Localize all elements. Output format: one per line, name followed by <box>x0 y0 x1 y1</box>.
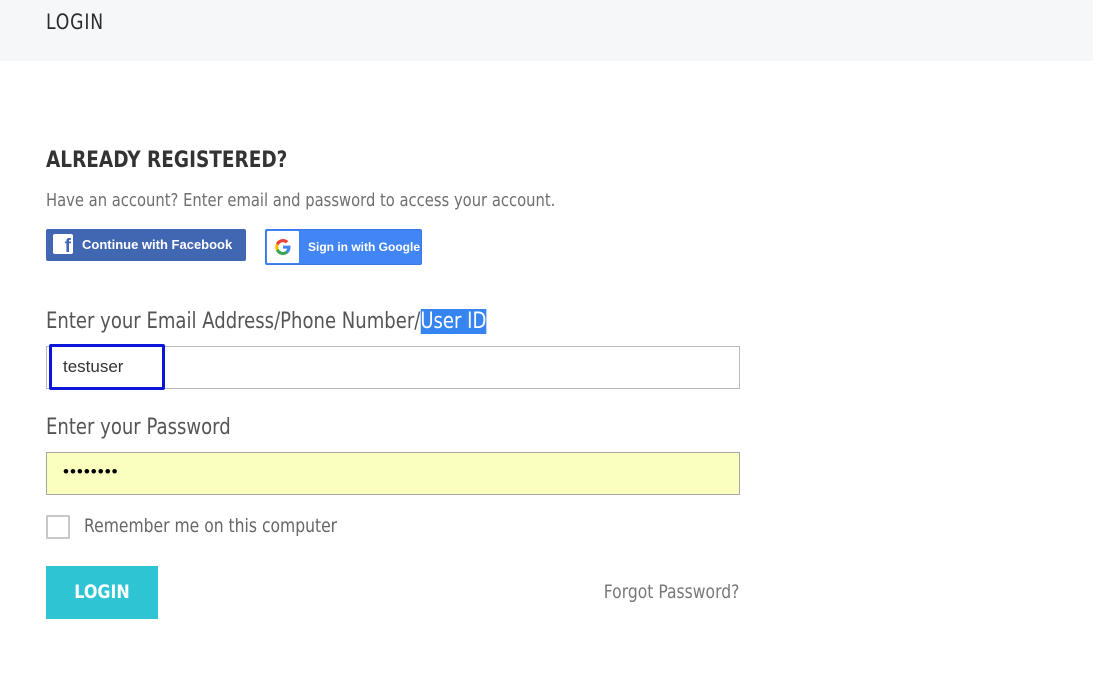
google-icon <box>267 231 299 263</box>
login-button[interactable]: LOGIN <box>46 566 158 619</box>
google-signin-button[interactable]: Sign in with Google <box>265 229 422 265</box>
forgot-password-link[interactable]: Forgot Password? <box>603 581 739 603</box>
remember-me-label[interactable]: Remember me on this computer <box>84 515 337 537</box>
password-label: Enter your Password <box>46 415 231 440</box>
login-button-label: LOGIN <box>74 581 130 603</box>
google-button-label: Sign in with Google <box>308 240 420 254</box>
facebook-button-label: Continue with Facebook <box>82 237 233 252</box>
facebook-login-button[interactable]: f Continue with Facebook <box>46 229 246 261</box>
facebook-icon: f <box>53 234 73 256</box>
username-label-selected-text: User ID <box>420 309 487 334</box>
remember-me-checkbox[interactable] <box>46 515 70 539</box>
page-header: LOGIN <box>0 0 1093 61</box>
focus-highlight-box <box>49 344 165 390</box>
password-value: •••••••• <box>63 462 119 481</box>
password-input[interactable]: •••••••• <box>46 452 740 495</box>
page-title: LOGIN <box>46 10 104 34</box>
username-label-text: Enter your Email Address/Phone Number/ <box>46 309 421 334</box>
section-subtext: Have an account? Enter email and passwor… <box>46 190 556 211</box>
username-label: Enter your Email Address/Phone Number/Us… <box>46 309 487 334</box>
section-heading: ALREADY REGISTERED? <box>46 148 288 173</box>
